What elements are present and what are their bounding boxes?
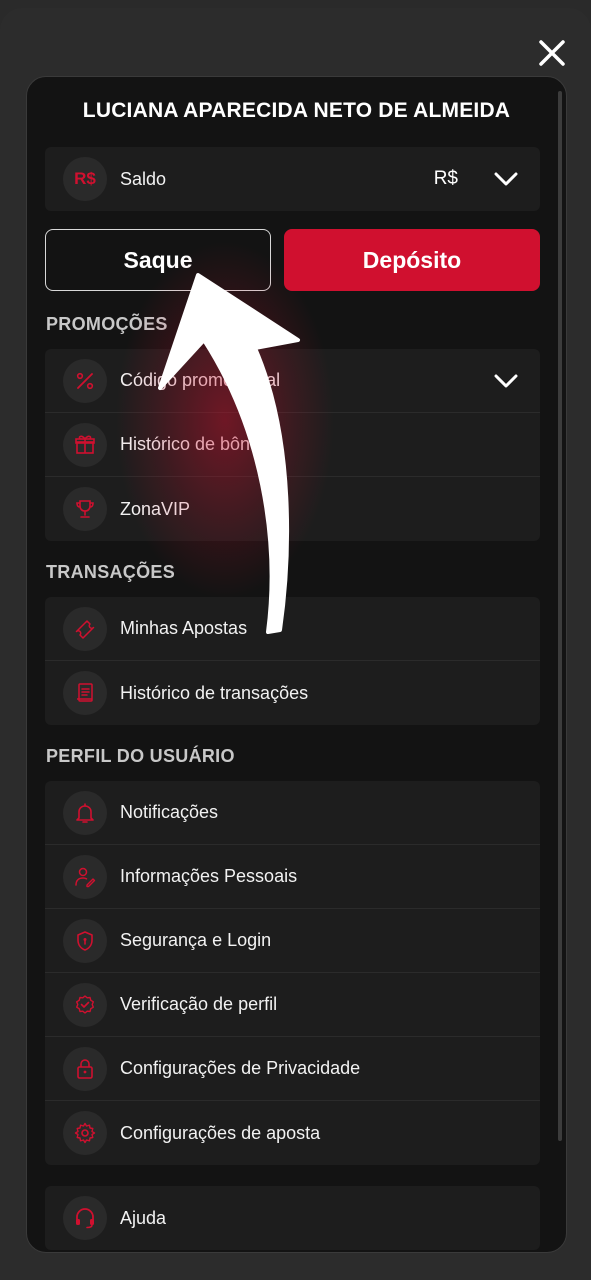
trophy-icon bbox=[63, 487, 107, 531]
withdraw-button[interactable]: Saque bbox=[45, 229, 271, 291]
balance-label: Saldo bbox=[120, 168, 167, 189]
balance-value: R$ bbox=[433, 168, 458, 189]
menu-item-label: Ajuda bbox=[120, 1207, 167, 1228]
section-title-profile: PERFIL DO USUÁRIO bbox=[46, 746, 235, 766]
menu-item-security-login[interactable]: Segurança e Login bbox=[45, 909, 540, 973]
ticket-icon bbox=[63, 606, 107, 651]
close-icon[interactable] bbox=[535, 36, 569, 70]
chevron-down-icon[interactable] bbox=[494, 370, 518, 392]
scrollbar[interactable] bbox=[558, 91, 562, 1141]
gear-icon bbox=[63, 1111, 107, 1155]
user-edit-icon bbox=[63, 854, 107, 899]
balance-row[interactable]: R$ Saldo R$ bbox=[45, 147, 540, 211]
menu-item-bonus-history[interactable]: Histórico de bônus bbox=[45, 413, 540, 477]
menu-item-privacy-settings[interactable]: Configurações de Privacidade bbox=[45, 1037, 540, 1101]
gift-icon bbox=[63, 422, 107, 467]
menu-item-label: Notificações bbox=[120, 802, 219, 822]
menu-item-transaction-history[interactable]: Histórico de transações bbox=[45, 661, 540, 725]
menu-item-label: Minhas Apostas bbox=[120, 618, 248, 638]
shield-icon bbox=[63, 918, 107, 963]
menu-item-promo-code[interactable]: Código promocional bbox=[45, 349, 540, 413]
menu-item-label: ZonaVIP bbox=[120, 498, 191, 519]
transactions-card: Minhas Apostas Histórico de transações bbox=[45, 597, 540, 725]
percent-icon bbox=[63, 358, 107, 403]
chevron-down-icon[interactable] bbox=[494, 168, 518, 190]
menu-item-personal-info[interactable]: Informações Pessoais bbox=[45, 845, 540, 909]
menu-item-profile-verification[interactable]: Verificação de perfil bbox=[45, 973, 540, 1037]
menu-item-zonavip[interactable]: ZonaVIP bbox=[45, 477, 540, 541]
menu-item-label: Código promocional bbox=[120, 370, 281, 390]
menu-item-label: Segurança e Login bbox=[120, 930, 272, 950]
bell-icon bbox=[63, 790, 107, 835]
menu-item-label: Configurações de Privacidade bbox=[120, 1058, 361, 1078]
section-title-transactions: TRANSAÇÕES bbox=[46, 562, 176, 582]
section-title-promotions: PROMOÇÕES bbox=[46, 314, 168, 334]
help-card: Ajuda bbox=[45, 1186, 540, 1250]
menu-item-label: Configurações de aposta bbox=[120, 1122, 321, 1143]
headset-icon bbox=[63, 1196, 107, 1240]
menu-item-label: Histórico de bônus bbox=[120, 434, 270, 454]
menu-item-help[interactable]: Ajuda bbox=[45, 1186, 540, 1250]
menu-item-bet-settings[interactable]: Configurações de aposta bbox=[45, 1101, 540, 1165]
promotions-card: Código promocional Histórico de bônus Zo… bbox=[45, 349, 540, 541]
user-name: LUCIANA APARECIDA NETO DE ALMEIDA bbox=[82, 99, 511, 122]
badge-check-icon bbox=[63, 982, 107, 1027]
menu-item-label: Histórico de transações bbox=[120, 682, 309, 703]
deposit-button[interactable]: Depósito bbox=[284, 229, 540, 291]
balance-card: R$ Saldo R$ bbox=[45, 147, 540, 211]
menu-item-notifications[interactable]: Notificações bbox=[45, 781, 540, 845]
menu-item-my-bets[interactable]: Minhas Apostas bbox=[45, 597, 540, 661]
currency-icon: R$ bbox=[63, 157, 107, 201]
account-panel: LUCIANA APARECIDA NETO DE ALMEIDA R$ Sal… bbox=[26, 76, 567, 1253]
lock-icon bbox=[63, 1046, 107, 1091]
profile-card: Notificações Informações Pessoais Segura… bbox=[45, 781, 540, 1165]
receipt-icon bbox=[63, 671, 107, 715]
menu-item-label: Verificação de perfil bbox=[120, 994, 278, 1014]
menu-item-label: Informações Pessoais bbox=[120, 866, 298, 886]
